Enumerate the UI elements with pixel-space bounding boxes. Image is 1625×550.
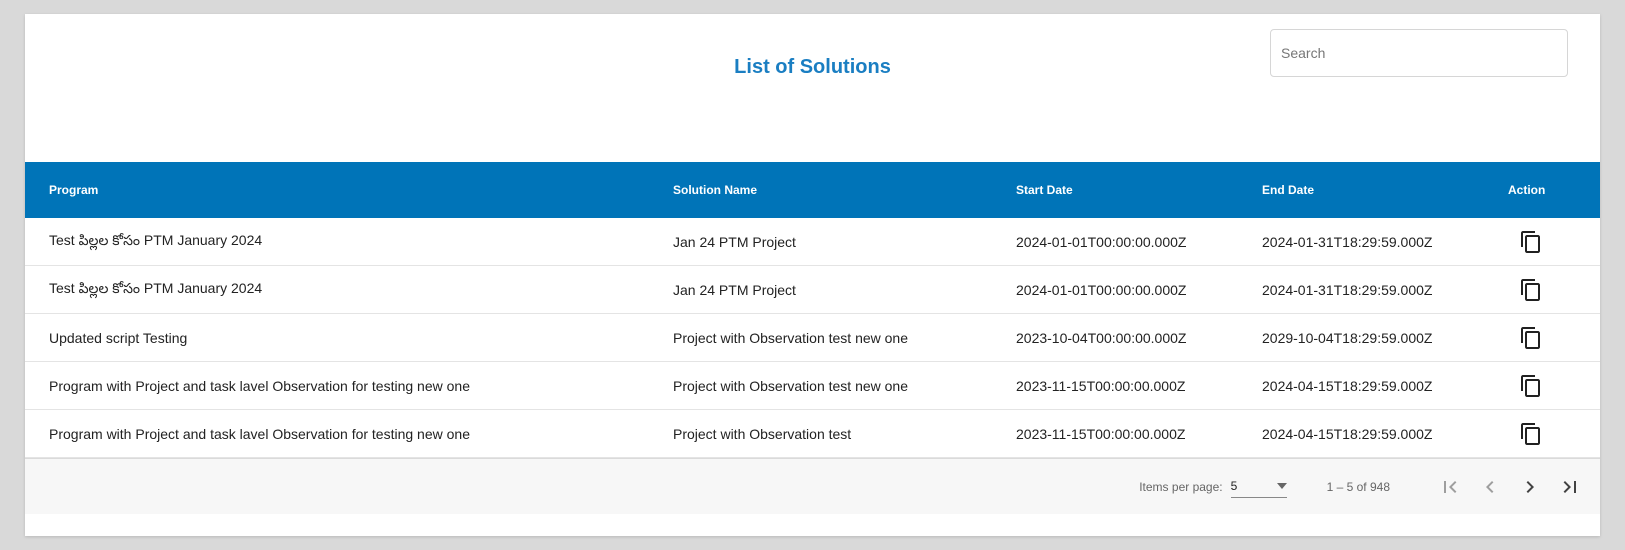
cell-action — [1508, 373, 1600, 399]
first-page-button[interactable] — [1430, 467, 1470, 507]
cell-solution-name: Project with Observation test — [673, 425, 852, 442]
items-per-page-label: Items per page: — [1139, 479, 1223, 494]
solutions-panel: List of Solutions Program Solution Name … — [25, 14, 1600, 536]
cell-solution-name: Project with Observation test new one — [673, 377, 909, 394]
chevron-right-icon — [1526, 480, 1534, 493]
cell-program: Test పిల్లల కోసం PTM January 2024 — [49, 231, 263, 248]
cell-action — [1508, 421, 1600, 447]
cell-end-date: 2024-04-15T18:29:59.000Z — [1262, 425, 1433, 442]
cell-action — [1508, 229, 1600, 255]
cell-start-date: 2023-10-04T00:00:00.000Z — [1016, 329, 1187, 346]
page-range-label: 1 – 5 of 948 — [1326, 479, 1390, 494]
cell-solution-name: Jan 24 PTM Project — [673, 233, 796, 250]
cell-end-date: 2024-01-31T18:29:59.000Z — [1262, 281, 1433, 298]
cell-program: Updated script Testing — [49, 329, 188, 346]
cell-action — [1508, 325, 1600, 351]
cell-end-date: 2029-10-04T18:29:59.000Z — [1262, 329, 1433, 346]
column-header-action: Action — [1508, 183, 1546, 197]
copy-button[interactable] — [1518, 325, 1544, 351]
cell-start-date: 2024-01-01T00:00:00.000Z — [1016, 233, 1187, 250]
paginator: Items per page: 5 1 – 5 of 948 — [25, 458, 1600, 514]
chevron-left-icon — [1486, 480, 1494, 493]
copy-button[interactable] — [1518, 373, 1544, 399]
cell-program: Program with Project and task lavel Obse… — [49, 425, 470, 442]
cell-program: Program with Project and task lavel Obse… — [49, 377, 470, 394]
last-page-icon — [1563, 480, 1576, 493]
cell-start-date: 2023-11-15T00:00:00.000Z — [1016, 377, 1186, 394]
table-row: Test పిల్లల కోసం PTM January 2024 Jan 24… — [25, 266, 1600, 314]
last-page-button[interactable] — [1550, 467, 1590, 507]
search-input[interactable] — [1271, 30, 1567, 76]
dropdown-arrow-icon — [1276, 483, 1287, 489]
copy-button[interactable] — [1518, 277, 1544, 303]
cell-solution-name: Jan 24 PTM Project — [673, 281, 796, 298]
cell-start-date: 2023-11-15T00:00:00.000Z — [1016, 425, 1186, 442]
items-per-page-select[interactable]: 5 — [1230, 475, 1287, 498]
cell-solution-name: Project with Observation test new one — [673, 329, 909, 346]
table-row: Program with Project and task lavel Obse… — [25, 362, 1600, 410]
previous-page-button[interactable] — [1470, 467, 1510, 507]
column-header-start-date: Start Date — [1016, 183, 1073, 197]
table-row: Test పిల్లల కోసం PTM January 2024 Jan 24… — [25, 218, 1600, 266]
cell-action — [1508, 277, 1600, 303]
first-page-icon — [1444, 480, 1457, 493]
items-per-page-value: 5 — [1230, 479, 1238, 493]
search-field[interactable] — [1270, 29, 1568, 77]
copy-button[interactable] — [1518, 421, 1544, 447]
cell-start-date: 2024-01-01T00:00:00.000Z — [1016, 281, 1187, 298]
copy-icon — [1521, 278, 1540, 301]
next-page-button[interactable] — [1510, 467, 1550, 507]
table-header: Program Solution Name Start Date End Dat… — [25, 162, 1600, 218]
copy-icon — [1521, 326, 1540, 349]
column-header-solution-name: Solution Name — [673, 183, 758, 197]
column-header-program: Program — [49, 183, 99, 197]
copy-button[interactable] — [1518, 229, 1544, 255]
copy-icon — [1521, 374, 1540, 397]
table-row: Program with Project and task lavel Obse… — [25, 410, 1600, 458]
table-row: Updated script Testing Project with Obse… — [25, 314, 1600, 362]
copy-icon — [1521, 230, 1540, 253]
cell-end-date: 2024-01-31T18:29:59.000Z — [1262, 233, 1433, 250]
copy-icon — [1521, 422, 1540, 445]
column-header-end-date: End Date — [1262, 183, 1315, 197]
cell-end-date: 2024-04-15T18:29:59.000Z — [1262, 377, 1433, 394]
solutions-table: Program Solution Name Start Date End Dat… — [25, 162, 1600, 514]
cell-program: Test పిల్లల కోసం PTM January 2024 — [49, 279, 263, 296]
